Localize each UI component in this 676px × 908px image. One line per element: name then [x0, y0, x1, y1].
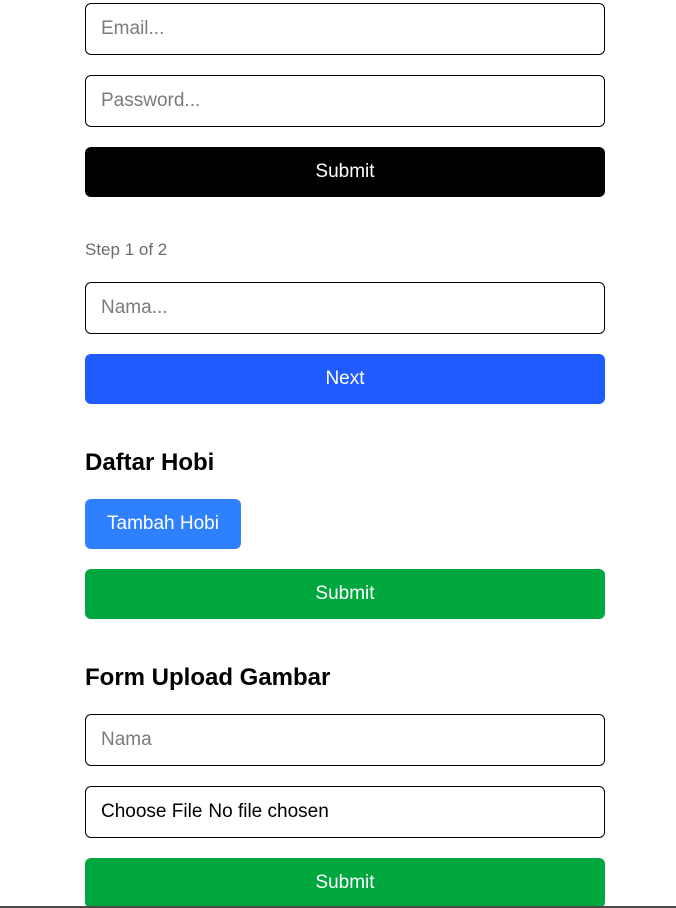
step-indicator: Step 1 of 2: [85, 240, 168, 259]
file-input[interactable]: Choose File No file chosen: [85, 786, 605, 838]
name-input[interactable]: Nama...: [85, 282, 605, 334]
file-status-text: No file chosen: [208, 801, 329, 822]
hobby-section-title: Daftar Hobi: [85, 449, 215, 476]
upload-name-input[interactable]: Nama: [85, 714, 605, 766]
login-submit-button[interactable]: Submit: [85, 147, 605, 197]
password-input[interactable]: Password...: [85, 75, 605, 127]
next-button[interactable]: Next: [85, 354, 605, 404]
password-placeholder: Password...: [101, 90, 201, 111]
upload-submit-button[interactable]: Submit: [85, 858, 605, 908]
upload-section-title: Form Upload Gambar: [85, 664, 331, 691]
upload-name-placeholder: Nama: [101, 729, 152, 750]
choose-file-button[interactable]: Choose File: [101, 801, 202, 823]
email-input[interactable]: Email...: [85, 3, 605, 55]
add-hobby-button[interactable]: Tambah Hobi: [85, 499, 241, 549]
name-placeholder: Nama...: [101, 297, 168, 318]
email-placeholder: Email...: [101, 18, 165, 39]
hobby-submit-button[interactable]: Submit: [85, 569, 605, 619]
